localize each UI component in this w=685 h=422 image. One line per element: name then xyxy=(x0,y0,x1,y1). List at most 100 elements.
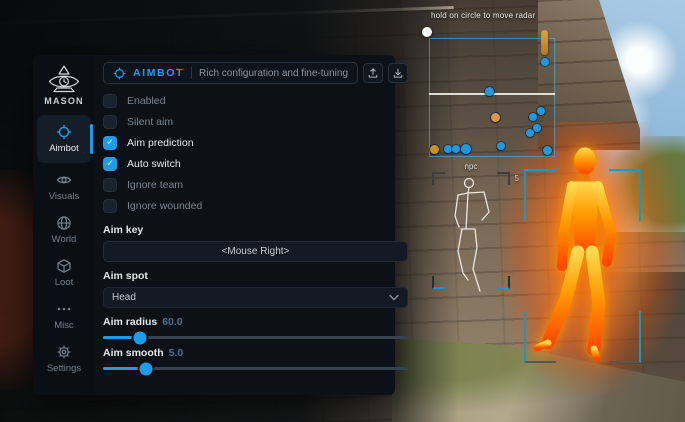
section-header: AIMBOT Rich configuration and fine-tunin… xyxy=(103,62,358,84)
offscreen-marker-dot xyxy=(541,58,549,66)
unchecked-checkbox-icon[interactable] xyxy=(103,199,117,213)
divider xyxy=(191,67,192,79)
sidebar-item-label: Misc xyxy=(54,320,74,331)
sidebar-item-label: Visuals xyxy=(49,191,79,202)
slider-value: 60.0 xyxy=(162,316,182,328)
aim-spot-label: Aim spot xyxy=(103,270,408,282)
crosshair-icon xyxy=(56,124,72,140)
slider-label: Aim smooth xyxy=(103,347,164,359)
aim-key-button[interactable]: <Mouse Right> xyxy=(103,241,408,262)
radar-dot-enemy xyxy=(452,145,460,153)
sidebar-item-label: World xyxy=(52,234,77,245)
sliders: Aim radius 60.0 Aim smooth 5.0 xyxy=(103,316,408,370)
header-row: AIMBOT Rich configuration and fine-tunin… xyxy=(103,62,408,84)
gear-icon xyxy=(56,344,72,360)
radar-dot-enemy xyxy=(444,145,452,153)
sidebar-item-label: Aimbot xyxy=(49,143,79,154)
checkbox-label: Auto switch xyxy=(127,158,181,170)
radar-dot-enemy xyxy=(485,87,494,96)
checkbox-label: Ignore wounded xyxy=(127,200,202,212)
sidebar-item-loot[interactable]: Loot xyxy=(37,252,91,294)
aim-spot-value: Head xyxy=(112,292,136,303)
slider-caption: Aim radius 60.0 xyxy=(103,316,408,328)
checkbox-row-auto-switch[interactable]: ✓ Auto switch xyxy=(103,153,408,174)
unchecked-checkbox-icon[interactable] xyxy=(103,115,117,129)
globe-icon xyxy=(56,215,72,231)
checkbox-label: Silent aim xyxy=(127,116,173,128)
sidebar-item-aimbot[interactable]: Aimbot xyxy=(37,115,91,163)
sidebar-item-misc[interactable]: Misc xyxy=(37,295,91,337)
radar-widget[interactable] xyxy=(429,38,555,157)
aimbot-section-icon xyxy=(113,67,126,80)
cheat-menu-window: MASON Aimbot Visuals World Loot Misc Settings… xyxy=(33,55,395,395)
radar-dot-enemy xyxy=(543,146,552,155)
slider-value: 5.0 xyxy=(169,347,184,359)
aim-spot-select[interactable]: Head xyxy=(103,287,408,308)
sidebar-nav: Aimbot Visuals World Loot Misc Settings xyxy=(33,115,95,381)
bracket-corner-icon xyxy=(609,311,641,363)
player-distance-label: 5 xyxy=(515,174,519,183)
checked-checkbox-icon[interactable]: ✓ xyxy=(103,157,117,171)
mason-logo-icon xyxy=(45,64,83,94)
chevron-down-icon xyxy=(389,294,399,301)
radar-drag-handle[interactable] xyxy=(422,27,432,37)
checkbox-list: Enabled Silent aim ✓ Aim prediction ✓ Auto sw… xyxy=(103,90,408,216)
slider-label: Aim radius xyxy=(103,316,157,328)
sidebar-item-label: Loot xyxy=(55,277,74,288)
unchecked-checkbox-icon[interactable] xyxy=(103,94,117,108)
slider-thumb[interactable] xyxy=(133,331,146,344)
checkbox-row-ignore-team[interactable]: Ignore team xyxy=(103,174,408,195)
download-icon xyxy=(392,67,404,79)
checkbox-row-silent-aim[interactable]: Silent aim xyxy=(103,111,408,132)
slider-track[interactable] xyxy=(103,367,408,370)
bracket-corner-icon xyxy=(524,169,556,221)
slider-aim-radius: Aim radius 60.0 xyxy=(103,316,408,339)
radar-dot-enemy xyxy=(526,129,534,137)
export-config-button[interactable] xyxy=(363,63,383,83)
menu-content: AIMBOT Rich configuration and fine-tunin… xyxy=(95,55,426,395)
checkbox-label: Ignore team xyxy=(127,179,183,191)
checkbox-label: Enabled xyxy=(127,95,166,107)
checkbox-row-enabled[interactable]: Enabled xyxy=(103,90,408,111)
active-tab-indicator xyxy=(90,124,93,154)
slider-track[interactable] xyxy=(103,336,408,339)
skeleton-esp: npc 5 xyxy=(432,163,510,296)
radar-dot-enemy xyxy=(533,124,541,132)
game-screenshot: hold on circle to move radar npc 5 xyxy=(0,0,685,422)
radar-dot-self xyxy=(430,145,439,154)
brand: MASON xyxy=(44,64,84,106)
sidebar-item-visuals[interactable]: Visuals xyxy=(37,166,91,208)
slider-thumb[interactable] xyxy=(139,362,152,375)
slider-aim-smooth: Aim smooth 5.0 xyxy=(103,347,408,370)
sidebar-item-settings[interactable]: Settings xyxy=(37,338,91,380)
import-config-button[interactable] xyxy=(388,63,408,83)
sidebar: MASON Aimbot Visuals World Loot Misc Settings xyxy=(33,55,95,395)
radar-dot-friend xyxy=(491,113,500,122)
checkbox-row-aim-prediction[interactable]: ✓ Aim prediction xyxy=(103,132,408,153)
radar-dot-enemy xyxy=(497,142,505,150)
radar-dot-enemy xyxy=(461,144,471,154)
radar-dot-enemy xyxy=(537,107,545,115)
checked-checkbox-icon[interactable]: ✓ xyxy=(103,136,117,150)
eye-icon xyxy=(56,172,72,188)
aim-key-label: Aim key xyxy=(103,224,408,236)
box-icon xyxy=(56,258,72,274)
ellipsis-icon xyxy=(56,301,72,317)
checkbox-label: Aim prediction xyxy=(127,137,194,149)
radar-hint-text: hold on circle to move radar xyxy=(431,11,535,20)
offscreen-marker-icon xyxy=(541,30,548,55)
slider-caption: Aim smooth 5.0 xyxy=(103,347,408,359)
aim-key-value: <Mouse Right> xyxy=(222,246,290,257)
bracket-corner-icon xyxy=(609,169,641,221)
radar-dot-enemy xyxy=(529,113,537,121)
section-title: AIMBOT xyxy=(133,67,184,79)
upload-icon xyxy=(367,67,379,79)
sidebar-item-label: Settings xyxy=(47,363,81,374)
unchecked-checkbox-icon[interactable] xyxy=(103,178,117,192)
player-esp-box xyxy=(524,169,641,363)
brand-name: MASON xyxy=(44,96,84,106)
section-subtitle: Rich configuration and fine-tuning xyxy=(199,68,348,79)
sidebar-item-world[interactable]: World xyxy=(37,209,91,251)
checkbox-row-ignore-wounded[interactable]: Ignore wounded xyxy=(103,195,408,216)
skeleton-bones-icon xyxy=(432,163,510,296)
